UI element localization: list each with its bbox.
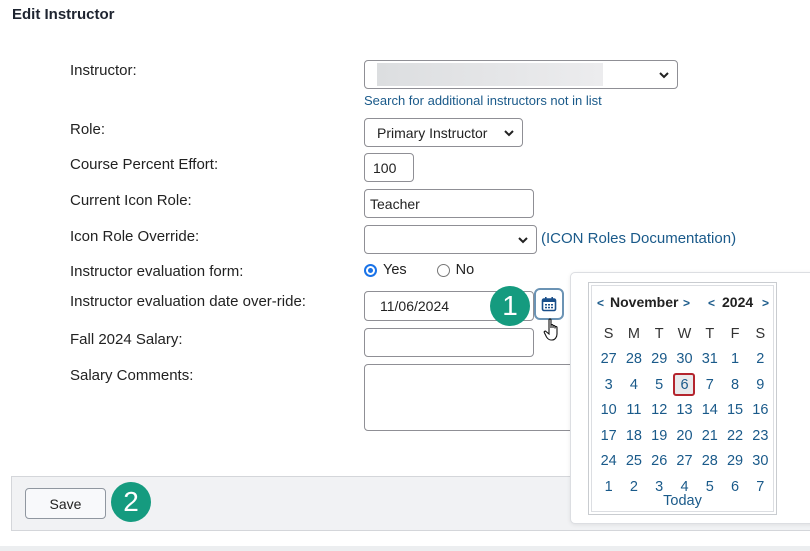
chevron-down-icon [518,236,528,243]
chevron-down-icon [504,129,514,136]
search-instructors-link[interactable]: Search for additional instructors not in… [364,93,602,108]
day-cell[interactable]: 23 [748,428,773,444]
day-cell[interactable]: 16 [748,402,773,418]
weekday-label: S [755,325,766,342]
current-icon-role-input[interactable]: Teacher [364,189,534,218]
month-label: November [610,294,679,310]
day-cell[interactable]: 30 [748,453,773,469]
weekday-label: T [654,325,664,342]
day-cell[interactable]: 11 [621,402,646,418]
day-cell[interactable]: 28 [621,351,646,367]
day-cell[interactable]: 9 [748,377,773,393]
weekday-label: S [603,325,614,342]
day-cell[interactable]: 14 [697,402,722,418]
next-month-button[interactable]: > [683,296,690,310]
current-icon-role-label: Current Icon Role: [70,192,192,209]
weekday-label: W [677,325,692,342]
redacted-instructor-name [377,63,603,86]
week-row: 3456789 [596,372,773,398]
day-cell[interactable]: 26 [647,453,672,469]
day-cell[interactable]: 31 [697,351,722,367]
day-cell[interactable]: 2 [748,351,773,367]
day-cell[interactable]: 18 [621,428,646,444]
percent-effort-label: Course Percent Effort: [70,156,219,173]
hand-cursor-icon [543,318,558,341]
page-bottom-bar [0,546,810,551]
role-label: Role: [70,121,106,138]
day-cell[interactable]: 29 [722,453,747,469]
calendar-header: < November > < 2024 > [592,294,773,314]
calendar-button[interactable] [534,288,564,320]
day-cell[interactable]: 30 [672,351,697,367]
prev-month-button[interactable]: < [597,296,604,310]
icon-roles-documentation-link[interactable]: ICON Roles Documentation [546,230,731,247]
calendar-grid: S M T W T F S 27 28 29 30 31 1 2 3 4 5 6 7 8 9 10 11 12 13 14 15 16… [596,321,773,500]
eval-form-yes-label: Yes [383,262,407,278]
day-cell[interactable]: 27 [596,351,621,367]
chevron-down-icon [659,71,669,78]
save-button[interactable]: Save [25,488,106,519]
day-cell[interactable]: 28 [697,453,722,469]
weekday-label: M [627,325,640,342]
day-cell[interactable]: 7 [697,377,722,393]
year-label: 2024 [722,294,754,310]
eval-date-label: Instructor evaluation date over-ride: [70,293,306,310]
day-cell[interactable]: 20 [672,428,697,444]
day-cell[interactable]: 15 [722,402,747,418]
day-cell[interactable]: 19 [647,428,672,444]
eval-form-radio-group: Yes No [364,262,474,278]
instructor-label: Instructor: [70,62,137,79]
icon-role-override-label: Icon Role Override: [70,228,200,245]
day-cell[interactable]: 3 [596,377,621,393]
page-title: Edit Instructor [12,6,115,23]
day-cell[interactable]: 24 [596,453,621,469]
step-badge-2: 2 [111,482,151,522]
day-cell-selected[interactable]: 6 [672,373,697,397]
week-row: 24 25 26 27 28 29 30 [596,449,773,475]
day-cell[interactable]: 1 [722,351,747,367]
role-select[interactable]: Primary Instructor [364,118,523,147]
day-cell[interactable]: 13 [672,402,697,418]
calendar-icon [541,297,557,312]
day-cell[interactable]: 22 [722,428,747,444]
day-cell[interactable]: 21 [697,428,722,444]
day-cell[interactable]: 27 [672,453,697,469]
next-year-button[interactable]: > [762,296,769,310]
day-cell[interactable]: 10 [596,402,621,418]
salary-input[interactable] [364,328,534,357]
week-row: 27 28 29 30 31 1 2 [596,347,773,373]
weekday-row: SMTWTFS [596,321,773,347]
eval-form-no-radio[interactable] [436,263,450,277]
salary-label: Fall 2024 Salary: [70,331,183,348]
today-button[interactable]: Today [592,493,773,509]
salary-comments-label: Salary Comments: [70,367,194,384]
date-picker-popup: < November > < 2024 > S M T W T F S 27 28 29 30 31 1… [570,272,810,524]
day-cell[interactable]: 4 [621,377,646,393]
icon-role-override-select[interactable] [364,225,537,254]
week-row: 17 18 19 20 21 22 23 [596,423,773,449]
eval-form-label: Instructor evaluation form: [70,263,244,280]
weekday-label: T [705,325,715,342]
instructor-select[interactable] [364,60,678,89]
day-cell[interactable]: 25 [621,453,646,469]
prev-year-button[interactable]: < [708,296,715,310]
icon-roles-doc-wrapper: (ICON Roles Documentation) [541,230,737,247]
eval-form-yes-radio[interactable] [364,263,377,277]
day-cell[interactable]: 5 [647,377,672,393]
day-cell[interactable]: 12 [647,402,672,418]
day-cell[interactable]: 8 [722,377,747,393]
weekday-label: F [730,325,740,342]
day-cell[interactable]: 17 [596,428,621,444]
week-row: 10 11 12 13 14 15 16 [596,398,773,424]
day-cell[interactable]: 29 [647,351,672,367]
step-badge-1: 1 [490,286,530,326]
eval-form-no-label: No [455,262,475,278]
percent-effort-input[interactable]: 100 [364,153,414,182]
calendar: < November > < 2024 > S M T W T F S 27 28 29 30 31 1… [588,282,777,515]
